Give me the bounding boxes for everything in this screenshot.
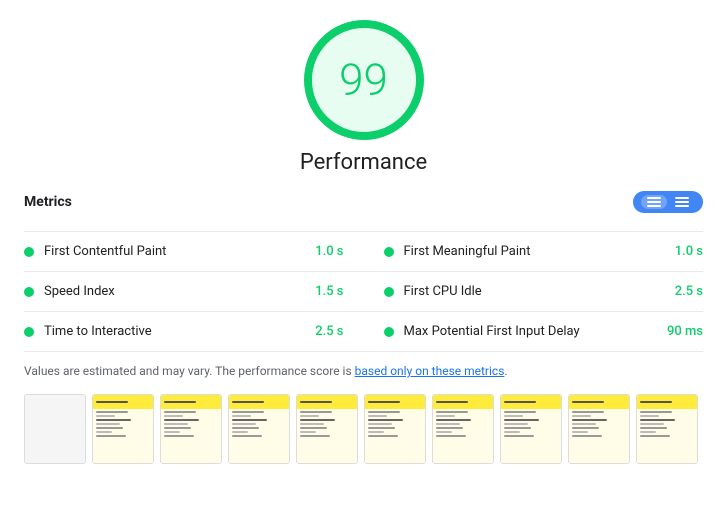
disclaimer-text-before: Values are estimated and may vary. The p… xyxy=(24,364,355,378)
metric-name: Time to Interactive xyxy=(44,324,307,339)
filmstrip-frame xyxy=(228,394,290,464)
metrics-title: Metrics xyxy=(24,194,72,210)
metric-row: First Meaningful Paint 1.0 s xyxy=(364,232,704,272)
view-toggle[interactable] xyxy=(633,191,703,213)
filmstrip-frame xyxy=(636,394,698,464)
metric-name: Speed Index xyxy=(44,284,307,299)
filmstrip xyxy=(24,394,703,464)
metric-dot xyxy=(384,247,394,257)
filmstrip-frame xyxy=(568,394,630,464)
filmstrip-frame xyxy=(500,394,562,464)
metric-row: First CPU Idle 2.5 s xyxy=(364,272,704,312)
metric-dot xyxy=(384,287,394,297)
grid-icon xyxy=(675,197,689,207)
filmstrip-frame xyxy=(364,394,426,464)
filmstrip-frame xyxy=(432,394,494,464)
score-section: 99 Performance xyxy=(24,20,703,175)
score-circle: 99 xyxy=(304,20,424,140)
metric-name: First Meaningful Paint xyxy=(404,244,667,259)
metric-name: First CPU Idle xyxy=(404,284,667,299)
metric-dot xyxy=(24,287,34,297)
metric-value: 2.5 s xyxy=(315,324,343,339)
metric-row: First Contentful Paint 1.0 s xyxy=(24,232,364,272)
disclaimer-text-after: . xyxy=(504,364,507,378)
score-value: 99 xyxy=(339,54,388,106)
metric-row: Time to Interactive 2.5 s xyxy=(24,312,364,352)
metric-name: Max Potential First Input Delay xyxy=(404,324,659,339)
filmstrip-frame xyxy=(24,394,86,464)
metric-name: First Contentful Paint xyxy=(44,244,307,259)
filmstrip-frame xyxy=(296,394,358,464)
grid-view-button[interactable] xyxy=(669,195,695,209)
score-label: Performance xyxy=(300,150,427,175)
metrics-grid: First Contentful Paint1.0 sFirst Meaning… xyxy=(24,231,703,352)
metric-row: Max Potential First Input Delay 90 ms xyxy=(364,312,704,352)
filmstrip-frame xyxy=(92,394,154,464)
metric-value: 90 ms xyxy=(667,324,703,339)
list-icon xyxy=(647,197,661,207)
metric-dot xyxy=(24,327,34,337)
disclaimer: Values are estimated and may vary. The p… xyxy=(24,362,703,380)
metric-value: 1.0 s xyxy=(675,244,703,259)
metric-value: 1.0 s xyxy=(315,244,343,259)
list-view-button[interactable] xyxy=(641,195,667,209)
metric-value: 2.5 s xyxy=(675,284,703,299)
filmstrip-frame xyxy=(160,394,222,464)
metric-value: 1.5 s xyxy=(315,284,343,299)
metric-dot xyxy=(384,327,394,337)
disclaimer-link[interactable]: based only on these metrics xyxy=(355,364,505,378)
metrics-header: Metrics xyxy=(24,191,703,219)
metric-dot xyxy=(24,247,34,257)
metric-row: Speed Index 1.5 s xyxy=(24,272,364,312)
